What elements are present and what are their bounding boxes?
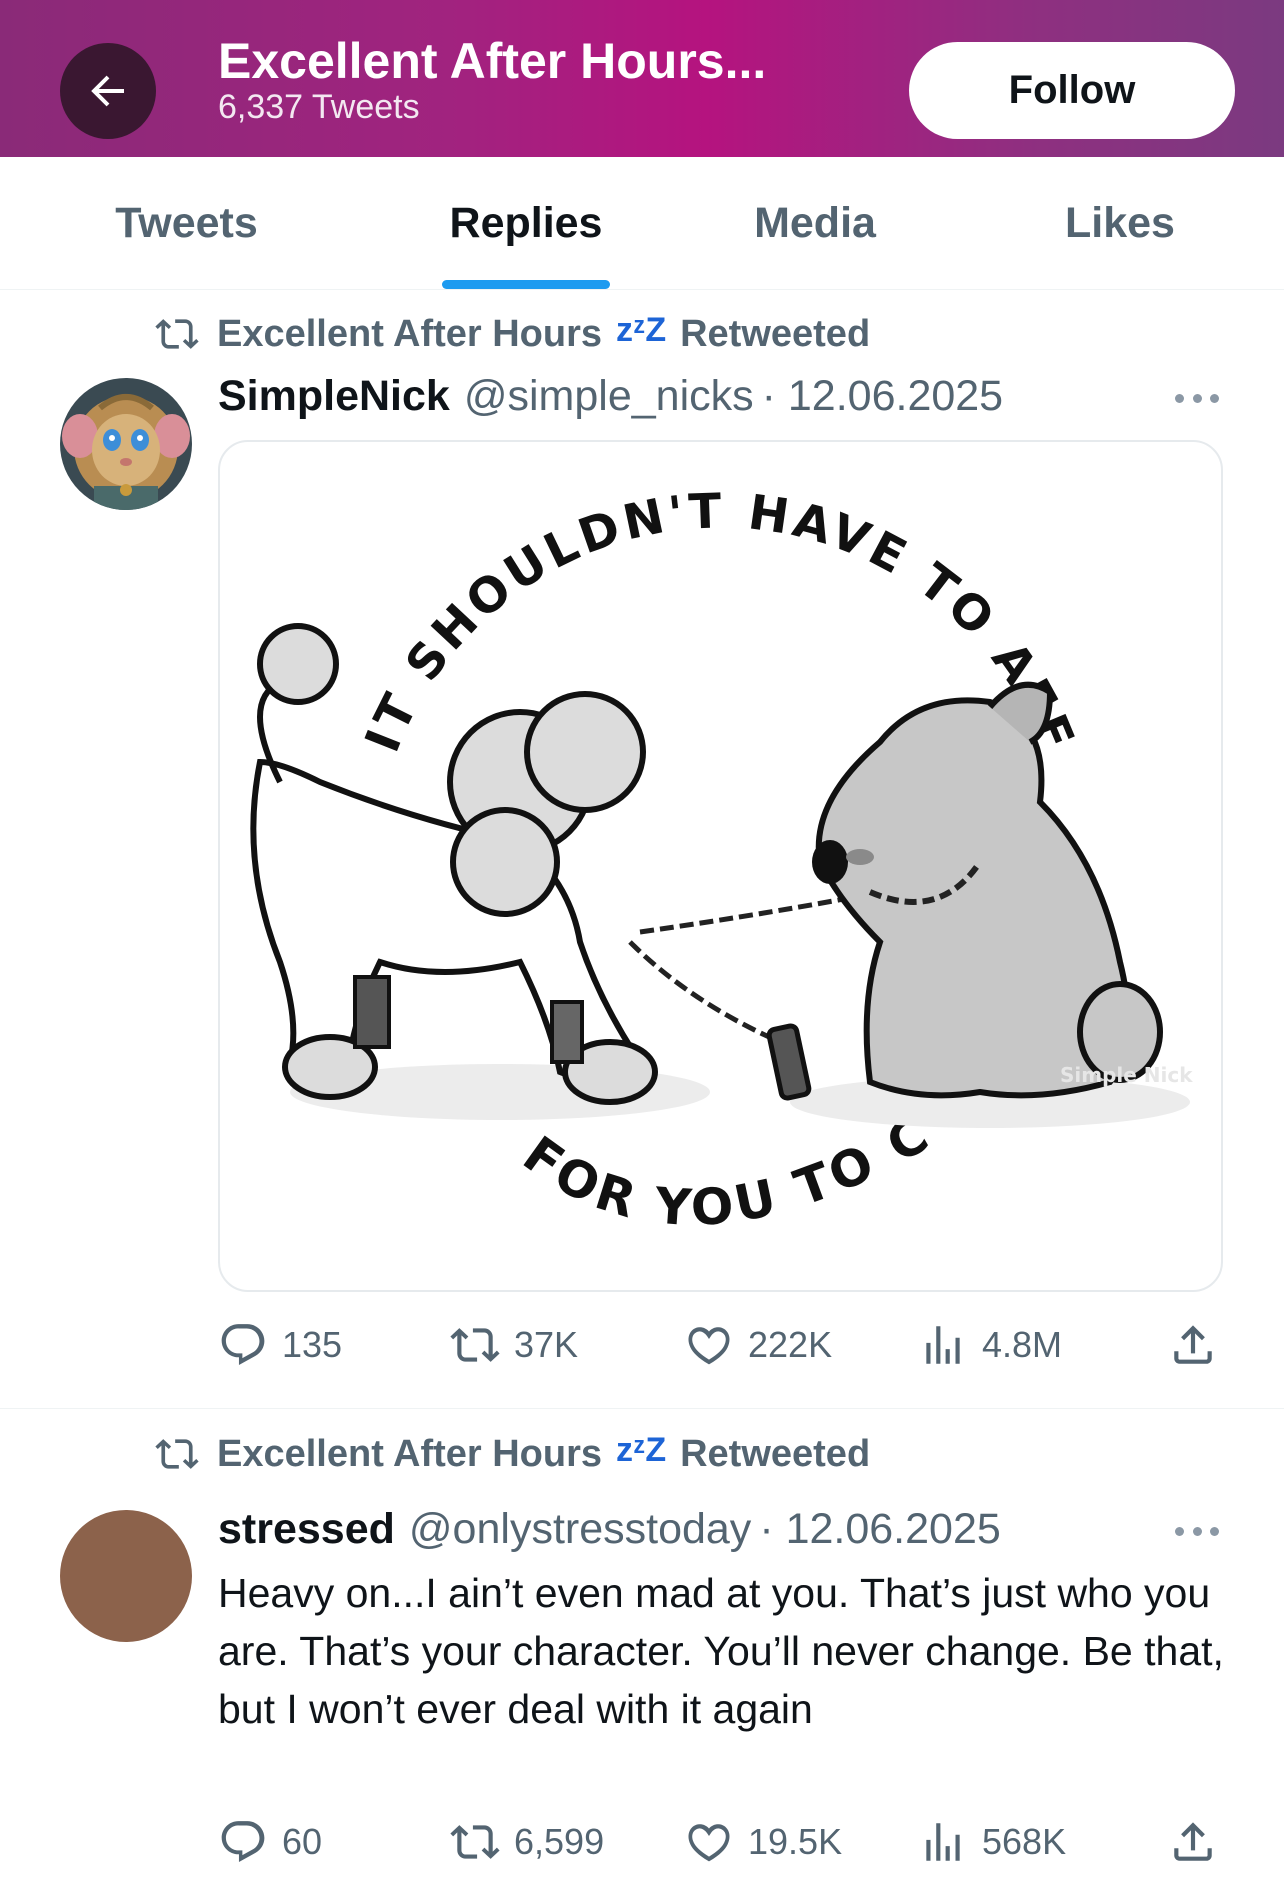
retweet-button[interactable]: 37K: [450, 1315, 578, 1375]
views-button[interactable]: 568K: [918, 1812, 1066, 1872]
author-row: stressed @onlystresstoday · 12.06.2025: [218, 1505, 1001, 1554]
share-icon: [1174, 1822, 1212, 1861]
author-name[interactable]: stressed: [218, 1505, 395, 1554]
tweet-count: 6,337 Tweets: [218, 88, 420, 126]
tab-likes[interactable]: Likes: [1000, 157, 1240, 290]
avatar[interactable]: [60, 378, 192, 510]
share-button[interactable]: [1168, 1315, 1232, 1375]
share-icon: [1174, 1325, 1212, 1364]
like-icon: [688, 1327, 730, 1365]
profile-tabs: Tweets Replies Media Likes: [0, 157, 1284, 290]
views-button[interactable]: 4.8M: [918, 1315, 1062, 1375]
follow-button[interactable]: Follow: [909, 42, 1235, 139]
profile-header: Excellent After Hours... 6,337 Tweets Fo…: [0, 0, 1284, 157]
tweet-actions: 135 37K 222K 4.8M: [218, 1315, 1228, 1375]
tweet-text: Heavy on...I ain’t even mad at you. That…: [218, 1570, 1224, 1732]
author-name[interactable]: SimpleNick: [218, 372, 450, 421]
like-button[interactable]: 19.5K: [684, 1812, 842, 1872]
tab-tweets[interactable]: Tweets: [60, 157, 313, 290]
retweeter-name[interactable]: Excellent After Hours: [217, 313, 602, 356]
avatar[interactable]: [60, 1510, 192, 1642]
reply-icon: [221, 1821, 265, 1862]
views-icon: [926, 1823, 960, 1861]
like-icon: [688, 1824, 730, 1862]
author-handle[interactable]: @simple_nicks: [464, 372, 754, 421]
retweeted-label: Retweeted: [680, 1432, 871, 1475]
artist-signature: Simple Nick: [1060, 1063, 1193, 1087]
views-icon: [926, 1326, 960, 1364]
reply-count: 60: [282, 1821, 323, 1862]
views-count: 4.8M: [982, 1324, 1063, 1365]
retweet-context: Excellent After Hours zᶻZ Retweeted: [155, 1430, 871, 1476]
tab-media[interactable]: Media: [690, 157, 940, 290]
back-arrow-icon: [91, 75, 124, 107]
retweet-count: 37K: [514, 1324, 579, 1365]
author-row: SimpleNick @simple_nicks · 12.06.2025: [218, 372, 1003, 421]
share-button[interactable]: [1168, 1812, 1232, 1872]
retweet-count: 6,599: [514, 1821, 605, 1862]
retweeter-name[interactable]: Excellent After Hours: [217, 1433, 602, 1476]
tweet-media[interactable]: IT SHOULDN'T HAVE TO AFFECT YOU FOR YOU …: [218, 440, 1223, 1292]
tweet-date[interactable]: · 12.06.2025: [762, 372, 1003, 421]
tweet-date[interactable]: · 12.06.2025: [759, 1505, 1000, 1554]
author-handle[interactable]: @onlystresstoday: [409, 1505, 751, 1554]
like-count: 19.5K: [748, 1821, 843, 1862]
more-icon[interactable]: [1175, 394, 1219, 406]
retweet-context: Excellent After Hours zᶻZ Retweeted: [155, 310, 871, 356]
tweet-actions: 60 6,599 19.5K 568K: [218, 1812, 1228, 1872]
retweet-icon: [450, 1825, 500, 1859]
tweet-item[interactable]: Excellent After Hours zᶻZ Retweeted Simp…: [0, 290, 1284, 1408]
like-count: 222K: [748, 1324, 833, 1365]
zzz-emoji: zᶻZ: [616, 1430, 667, 1469]
retweet-icon: [450, 1328, 500, 1362]
avatar-image: [60, 378, 192, 510]
reply-count: 135: [282, 1324, 343, 1365]
zzz-emoji: zᶻZ: [616, 310, 667, 349]
retweeted-label: Retweeted: [680, 312, 871, 355]
more-icon[interactable]: [1175, 1527, 1219, 1539]
active-tab-indicator: [442, 280, 610, 289]
views-count: 568K: [982, 1821, 1067, 1862]
retweet-button[interactable]: 6,599: [450, 1812, 604, 1872]
tweet-item[interactable]: Excellent After Hours zᶻZ Retweeted stre…: [0, 1409, 1284, 1902]
retweet-icon: [155, 1439, 199, 1469]
illustration-image: IT SHOULDN'T HAVE TO AFFECT YOU FOR YOU …: [220, 442, 1193, 1237]
like-button[interactable]: 222K: [684, 1315, 832, 1375]
tab-replies[interactable]: Replies: [400, 157, 652, 290]
reply-button[interactable]: 60: [218, 1812, 322, 1872]
reply-icon: [221, 1324, 265, 1365]
profile-name: Excellent After Hours...: [218, 33, 767, 89]
reply-button[interactable]: 135: [218, 1315, 342, 1375]
retweet-icon: [155, 319, 199, 349]
back-button[interactable]: [60, 43, 156, 139]
